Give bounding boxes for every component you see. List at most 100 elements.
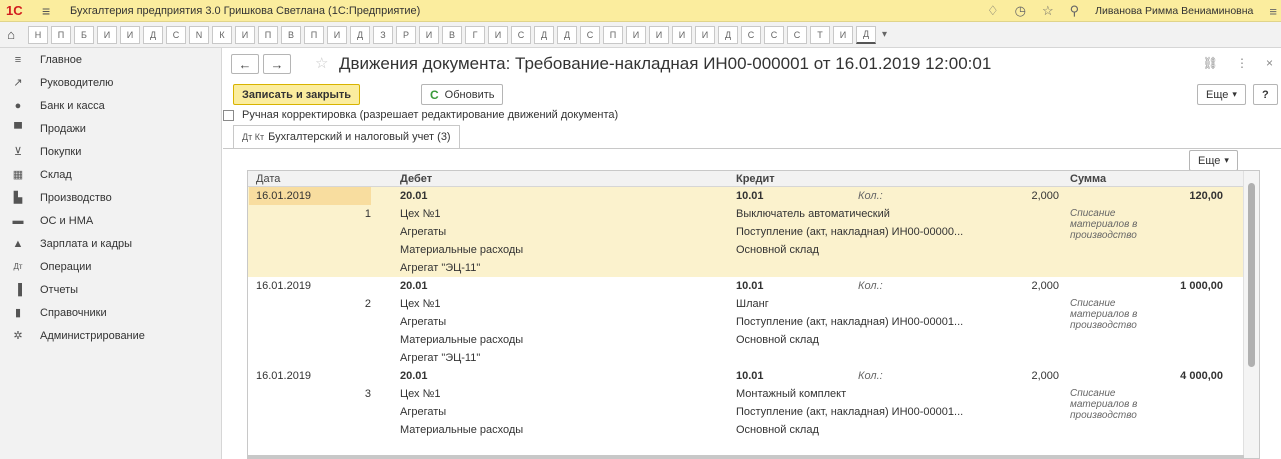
panel-button[interactable]: Д [557, 25, 577, 44]
sidebar-item[interactable]: ▲ Зарплата и кадры [0, 232, 221, 255]
panel-button[interactable]: С [580, 25, 600, 44]
refresh-button[interactable]: C Обновить [421, 84, 504, 105]
panel-button[interactable]: Д [856, 25, 876, 44]
sidebar-item[interactable]: ≡ Главное [0, 48, 221, 71]
vertical-scrollbar[interactable] [1243, 171, 1259, 458]
page-title: Движения документа: Требование-накладная… [339, 54, 992, 73]
refresh-label: Обновить [444, 88, 495, 101]
panel-button[interactable]: Н [28, 25, 48, 44]
panel-button[interactable]: И [327, 25, 347, 44]
panel-button[interactable]: Т [810, 25, 830, 44]
search-icon[interactable]: ⚲ [1070, 3, 1080, 19]
horizontal-scrollbar[interactable] [248, 455, 1244, 458]
home-icon[interactable]: ⌂ [0, 27, 22, 42]
panel-button[interactable]: Д [534, 25, 554, 44]
more-button[interactable]: Еще ▾ [1197, 84, 1246, 105]
sidebar-item[interactable]: Дт Операции [0, 255, 221, 278]
sidebar-item[interactable]: ▦ Склад [0, 163, 221, 186]
panel-button[interactable]: И [488, 25, 508, 44]
sidebar-item[interactable]: ▙ Производство [0, 186, 221, 209]
grid-more-button[interactable]: Еще ▾ [1189, 150, 1238, 171]
scroll-thumb[interactable] [1248, 183, 1255, 367]
sidebar-item[interactable]: ▐ Отчеты [0, 278, 221, 301]
debit-subconto-cell: Агрегат "ЭЦ-11" [400, 352, 481, 364]
panel-button[interactable]: Г [465, 25, 485, 44]
qty-cell: 2,000 [1031, 370, 1059, 382]
more-actions-icon[interactable]: ⋮ [1236, 56, 1248, 70]
checkbox-box[interactable] [223, 109, 234, 121]
panel-button[interactable]: И [97, 25, 117, 44]
save-close-button[interactable]: Записать и закрыть [233, 84, 361, 105]
sidebar-item-label: Банк и касса [40, 99, 105, 112]
header-sum[interactable]: Сумма [1070, 173, 1106, 185]
panel-button[interactable]: Б [74, 25, 94, 44]
sidebar-item[interactable]: ● Банк и касса [0, 94, 221, 117]
panel-button[interactable]: С [764, 25, 784, 44]
header-credit[interactable]: Кредит [736, 173, 775, 185]
panel-button[interactable]: И [419, 25, 439, 44]
panel-button[interactable]: И [672, 25, 692, 44]
debit-subconto-cell: Агрегаты [400, 406, 447, 418]
panel-button[interactable]: N [189, 25, 209, 44]
table-row[interactable]: Агрегат "ЭЦ-11" [248, 259, 1259, 277]
panel-button[interactable]: С [741, 25, 761, 44]
header-debit[interactable]: Дебет [400, 173, 432, 185]
panel-button[interactable]: В [281, 25, 301, 44]
main-menu-icon[interactable]: ≡ [42, 3, 56, 19]
content-cell: производство [1070, 320, 1137, 331]
forward-button[interactable]: → [263, 54, 291, 74]
row-number-cell: 2 [364, 298, 371, 310]
panel-button[interactable]: П [603, 25, 623, 44]
table-row[interactable]: Агрегат "ЭЦ-11" [248, 349, 1259, 367]
panel-button[interactable]: Д [143, 25, 163, 44]
sidebar-item[interactable]: ▬ ОС и НМА [0, 209, 221, 232]
debit-account-cell: 20.01 [400, 190, 428, 202]
link-icon[interactable]: ⛓ [1203, 56, 1218, 70]
panel-button[interactable]: П [304, 25, 324, 44]
report-icon: ▐ [14, 283, 22, 296]
favorite-star-icon[interactable]: ☆ [315, 54, 328, 72]
header-date[interactable]: Дата [256, 173, 280, 185]
close-icon[interactable]: × [1266, 56, 1273, 70]
panel-button[interactable]: Д [350, 25, 370, 44]
sidebar-item[interactable]: ▮ Справочники [0, 301, 221, 324]
panel-button[interactable]: К [212, 25, 232, 44]
sidebar-item[interactable]: ▀ Продажи [0, 117, 221, 140]
panel-button[interactable]: И [833, 25, 853, 44]
sidebar-item[interactable]: ↗ Руководителю [0, 71, 221, 94]
panel-button[interactable]: И [235, 25, 255, 44]
panel-button[interactable]: С [787, 25, 807, 44]
sidebar-item[interactable]: ⊻ Покупки [0, 140, 221, 163]
panel-button[interactable]: З [373, 25, 393, 44]
panel-button[interactable]: И [626, 25, 646, 44]
table-row[interactable]: Материальные расходы Основной склад произв… [248, 230, 1259, 259]
panel-button[interactable]: И [120, 25, 140, 44]
user-name[interactable]: Ливанова Римма Вениаминовна [1095, 5, 1253, 17]
credit-account-cell: 10.01 [736, 280, 764, 292]
panel-button[interactable]: П [51, 25, 71, 44]
sidebar-item[interactable]: ✲ Администрирование [0, 324, 221, 347]
history-icon[interactable]: ◷ [1015, 3, 1026, 19]
favorites-star-icon[interactable]: ☆ [1042, 3, 1054, 19]
table-row[interactable]: Материальные расходы Основной склад произв… [248, 410, 1259, 439]
back-button[interactable]: ← [231, 54, 259, 74]
panel-more-icon[interactable]: ▾ [882, 29, 887, 40]
help-button[interactable]: ? [1253, 84, 1278, 105]
table-row[interactable]: 16.01.2019 20.01 10.01 Кол.: 2,000 1 000,00 [248, 277, 1259, 295]
panel-button[interactable]: Д [718, 25, 738, 44]
table-row[interactable]: 16.01.2019 20.01 10.01 Кол.: 2,000 4 000,00 [248, 367, 1259, 385]
bell-icon[interactable]: ♢ [987, 3, 999, 19]
sidebar-item-label: Зарплата и кадры [40, 237, 133, 250]
panel-button[interactable]: В [442, 25, 462, 44]
settings-menu-icon[interactable]: ≡ [1269, 4, 1277, 19]
table-row[interactable]: Материальные расходы Основной склад произв… [248, 320, 1259, 349]
manual-correction-checkbox[interactable]: Ручная корректировка (разрешает редактир… [223, 109, 618, 121]
panel-button[interactable]: Р [396, 25, 416, 44]
table-row[interactable]: 16.01.2019 20.01 10.01 Кол.: 2,000 120,00 [248, 187, 1259, 205]
panel-button[interactable]: П [258, 25, 278, 44]
panel-button[interactable]: И [695, 25, 715, 44]
panel-button[interactable]: С [511, 25, 531, 44]
panel-button[interactable]: С [166, 25, 186, 44]
panel-button[interactable]: И [649, 25, 669, 44]
tab-accounting[interactable]: Дт Кт Бухгалтерский и налоговый учет (3) [233, 125, 460, 148]
